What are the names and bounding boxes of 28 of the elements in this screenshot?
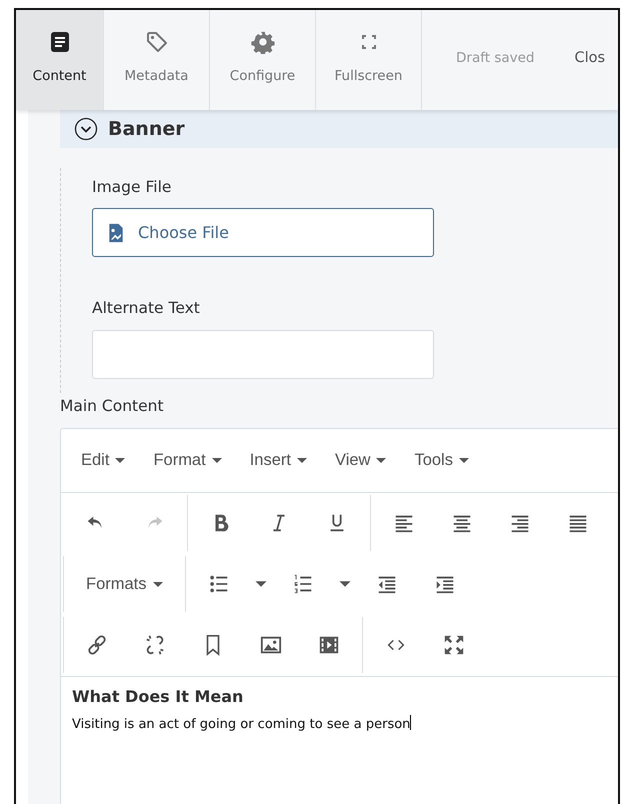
- choose-file-button[interactable]: Choose File: [92, 208, 434, 258]
- fullscreen-icon[interactable]: [443, 634, 465, 656]
- field-label: Alternate Text: [92, 298, 201, 320]
- field-label: Image File: [92, 177, 172, 198]
- formats-dropdown[interactable]: Formats: [68, 564, 181, 604]
- toolbar-tab[interactable]: Fullscreen: [316, 10, 422, 110]
- menu-button[interactable]: Edit: [81, 448, 126, 473]
- film-icon[interactable]: [318, 634, 340, 656]
- save-status: Draft saved: [455, 49, 534, 68]
- body-text: Visiting is an act of going or coming to see a person: [72, 716, 410, 732]
- image-icon[interactable]: [260, 634, 282, 656]
- text-cursor: [410, 714, 412, 730]
- toolbar-tab[interactable]: Content: [16, 10, 104, 110]
- toolbar-tab[interactable]: Metadata: [104, 10, 210, 110]
- menu-button[interactable]: Tools: [414, 448, 469, 473]
- tag-icon: [144, 30, 168, 54]
- section-header[interactable]: Banner: [60, 110, 618, 148]
- menu-button[interactable]: View: [334, 448, 386, 473]
- settings-icon: [250, 30, 274, 54]
- field-label: Main Content: [60, 396, 165, 416]
- text-field[interactable]: [92, 330, 434, 378]
- link-icon[interactable]: [86, 634, 108, 656]
- close-link[interactable]: Clos: [534, 10, 606, 110]
- unlink-icon[interactable]: [144, 634, 166, 656]
- toolbar-tab[interactable]: Configure: [210, 10, 316, 110]
- menu-button[interactable]: Insert: [250, 448, 307, 473]
- menu-button[interactable]: Format: [153, 448, 222, 473]
- content-heading: What Does It Mean: [72, 686, 244, 708]
